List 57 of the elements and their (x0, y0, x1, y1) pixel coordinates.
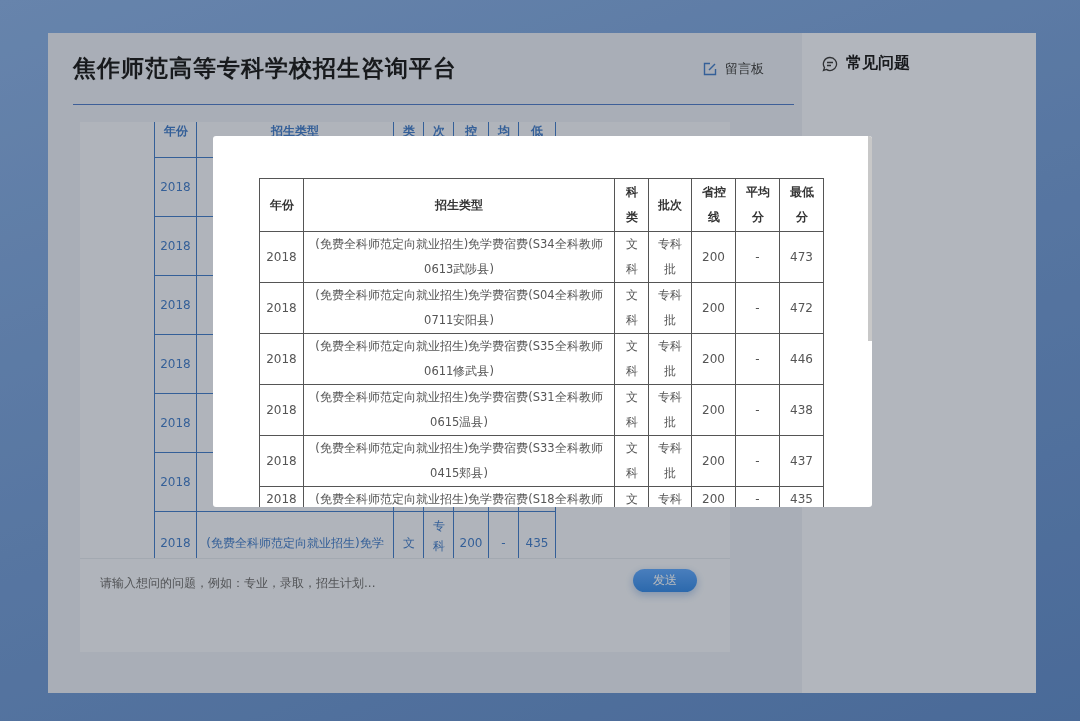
table-cell: 专科批 (648, 435, 692, 487)
column-header: 招生类型 (303, 178, 615, 232)
table-cell: 专科批 (648, 282, 692, 334)
column-header: 年份 (154, 122, 197, 158)
column-header: 平均分 (735, 178, 780, 232)
table-cell: (免费全科师范定向就业招生)免学费宿费(S35全科教师 0611修武县) (303, 333, 615, 385)
table-cell: (免费全科师范定向就业招生)免学费宿费(S31全科教师 0615温县) (303, 384, 615, 436)
column-header: 批次 (648, 178, 692, 232)
table-cell: 专科批 (648, 333, 692, 385)
table-cell: 文科 (614, 384, 649, 436)
table-cell: 473 (779, 231, 824, 283)
table-cell: 200 (691, 231, 736, 283)
table-cell: - (735, 435, 780, 487)
table-cell: 2018 (154, 275, 197, 335)
column-header: 省控线 (691, 178, 736, 232)
scrollbar[interactable] (868, 136, 872, 341)
message-board-link[interactable]: 留言板 (703, 59, 764, 78)
column-header: 科类 (614, 178, 649, 232)
edit-icon (703, 61, 717, 76)
table-cell: 2018 (154, 216, 197, 276)
table-cell: 文科 (614, 231, 649, 283)
table-cell: 2018 (154, 334, 197, 394)
table-cell: 文科 (614, 333, 649, 385)
table-cell: 2018 (259, 486, 304, 507)
table-cell: (免费全科师范定向就业招生)免学费宿费(S04全科教师 0711安阳县) (303, 282, 615, 334)
question-input-field[interactable]: 请输入想问的问题，例如：专业，录取，招生计划... (98, 575, 462, 591)
table-cell: 2018 (259, 231, 304, 283)
table-cell: 2018 (259, 333, 304, 385)
table-cell: 200 (691, 435, 736, 487)
table-cell: 2018 (259, 435, 304, 487)
table-cell: 2018 (154, 393, 197, 453)
table-cell: (免费全科师范定向就业招生)免学费宿费(S34全科教师 0613武陟县) (303, 231, 615, 283)
table-cell: 文科 (614, 282, 649, 334)
table-cell: 专科批 (648, 231, 692, 283)
table-cell: - (735, 231, 780, 283)
table-cell: 2018 (259, 384, 304, 436)
page-title: 焦作师范高等专科学校招生咨询平台 (73, 54, 457, 83)
table-cell: 200 (691, 282, 736, 334)
column-header: 年份 (259, 178, 304, 232)
table-cell: 446 (779, 333, 824, 385)
chat-bubble-icon (822, 56, 838, 72)
table-cell: - (735, 384, 780, 436)
table-cell: 472 (779, 282, 824, 334)
table-cell: 2018 (259, 282, 304, 334)
table-cell: 437 (779, 435, 824, 487)
table-cell: (免费全科师范定向就业招生)免学费宿费(S33全科教师 0415郏县) (303, 435, 615, 487)
table-cell: - (735, 282, 780, 334)
table-cell: 200 (691, 384, 736, 436)
table-cell: 438 (779, 384, 824, 436)
table-cell: 2018 (154, 157, 197, 217)
faq-title: 常见问题 (846, 53, 910, 74)
table-cell: 专科批 (648, 384, 692, 436)
table-cell: 2018 (154, 452, 197, 512)
table-cell: 文科 (614, 435, 649, 487)
table-cell: - (735, 333, 780, 385)
table-cell: 200 (691, 333, 736, 385)
column-header: 最低分 (779, 178, 824, 232)
